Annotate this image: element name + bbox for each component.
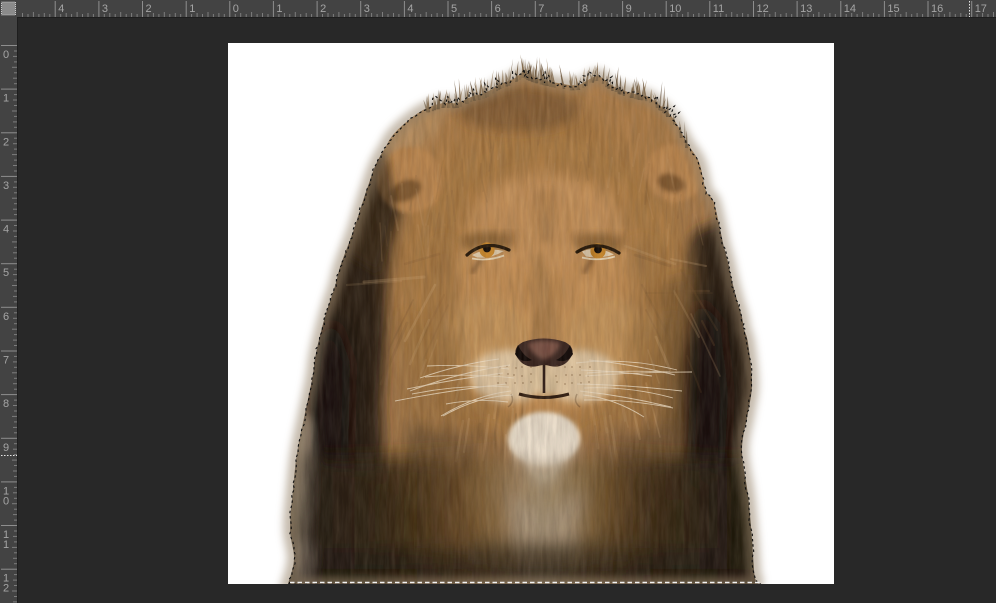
- svg-text:9: 9: [3, 442, 9, 454]
- svg-text:11: 11: [713, 3, 724, 15]
- svg-text:14: 14: [844, 3, 856, 15]
- svg-text:2: 2: [320, 3, 326, 15]
- svg-text:4: 4: [58, 3, 64, 15]
- svg-text:1: 1: [3, 539, 9, 551]
- svg-text:4: 4: [3, 224, 9, 236]
- svg-text:4: 4: [407, 3, 413, 15]
- svg-text:0: 0: [3, 495, 9, 507]
- svg-text:5: 5: [3, 267, 9, 279]
- svg-text:2: 2: [3, 136, 9, 148]
- svg-text:17: 17: [975, 3, 987, 15]
- svg-text:15: 15: [887, 3, 899, 15]
- svg-text:1: 1: [276, 3, 282, 15]
- svg-text:9: 9: [626, 3, 632, 15]
- svg-text:16: 16: [931, 3, 943, 15]
- svg-text:0: 0: [233, 3, 239, 15]
- svg-text:1: 1: [189, 3, 195, 15]
- svg-text:6: 6: [495, 3, 501, 15]
- svg-text:8: 8: [582, 3, 588, 15]
- svg-text:6: 6: [3, 311, 9, 323]
- svg-text:7: 7: [538, 3, 544, 15]
- svg-text:2: 2: [146, 3, 152, 15]
- svg-text:13: 13: [800, 3, 812, 15]
- svg-text:3: 3: [3, 180, 9, 192]
- svg-text:2: 2: [3, 583, 9, 595]
- svg-text:10: 10: [669, 3, 681, 15]
- svg-text:3: 3: [102, 3, 108, 15]
- svg-text:5: 5: [451, 3, 457, 15]
- svg-text:3: 3: [364, 3, 370, 15]
- svg-text:8: 8: [3, 398, 9, 410]
- svg-text:0: 0: [3, 49, 9, 61]
- svg-text:1: 1: [3, 93, 9, 105]
- svg-text:7: 7: [3, 355, 9, 367]
- svg-text:12: 12: [757, 3, 769, 15]
